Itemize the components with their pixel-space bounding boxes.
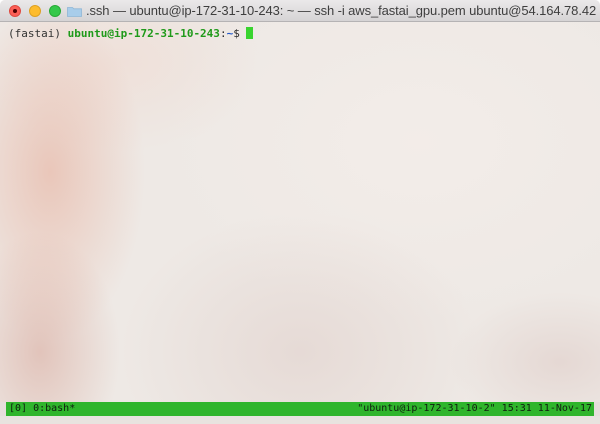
tmux-window-list[interactable]: [0] 0:bash* xyxy=(9,402,75,416)
close-window-button[interactable] xyxy=(9,5,21,17)
maximize-window-button[interactable] xyxy=(49,5,61,17)
tmux-status-right: "ubuntu@ip-172-31-10-2" 15:31 11-Nov-17 xyxy=(357,403,592,414)
tmux-status-bar: [0] 0:bash* "ubuntu@ip-172-31-10-2" 15:3… xyxy=(6,402,594,416)
title-bar[interactable]: .ssh — ubuntu@ip-172-31-10-243: ~ — ssh … xyxy=(0,0,600,22)
desktop-background-blur xyxy=(0,22,600,402)
prompt-separator: : xyxy=(219,27,227,40)
conda-env-label: (fastai) xyxy=(8,27,61,40)
shell-prompt: (fastai) ubuntu@ip-172-31-10-243:~$ xyxy=(8,27,253,41)
prompt-symbol: $ xyxy=(233,27,240,40)
folder-icon xyxy=(67,7,82,17)
prompt-user-host: ubuntu@ip-172-31-10-243 xyxy=(67,27,220,40)
terminal-window: .ssh — ubuntu@ip-172-31-10-243: ~ — ssh … xyxy=(0,0,600,424)
statusbar-margin-right xyxy=(594,402,600,416)
terminal-content[interactable]: (fastai) ubuntu@ip-172-31-10-243:~$ xyxy=(0,22,600,402)
text-cursor xyxy=(245,27,253,39)
window-title: .ssh — ubuntu@ip-172-31-10-243: ~ — ssh … xyxy=(86,3,596,18)
minimize-window-button[interactable] xyxy=(29,5,41,17)
window-bottom-edge xyxy=(0,416,600,424)
